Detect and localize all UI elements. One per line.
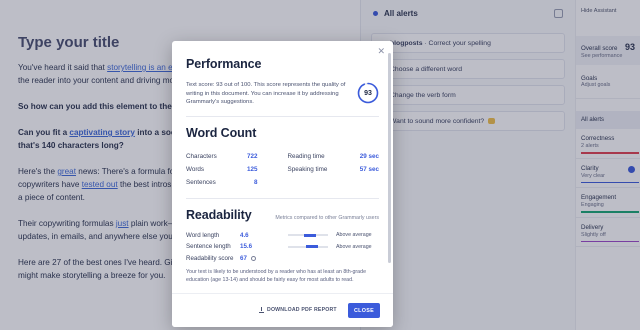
- word-count-right: Reading time 29 sec Speaking time 57 sec: [283, 150, 380, 189]
- metric-compare: Above average: [336, 232, 372, 239]
- metric-row: Word length 4.6 Above average: [186, 230, 379, 242]
- metric-compare: Above average: [336, 243, 372, 250]
- stat-value: 125: [246, 165, 258, 173]
- close-icon[interactable]: ✕: [377, 47, 385, 56]
- stat-value: 29 sec: [359, 152, 379, 160]
- download-pdf-button[interactable]: DOWNLOAD PDF REPORT: [259, 306, 337, 313]
- readability-note: Metrics compared to other Grammarly user…: [275, 214, 379, 221]
- performance-text: Text score: 93 out of 100. This score re…: [186, 82, 346, 105]
- stat-label: Sentences: [186, 178, 216, 186]
- metric-row: Sentence length 15.6 Above average: [186, 241, 379, 253]
- performance-modal: ✕ Performance Text score: 93 out of 100.…: [172, 41, 393, 327]
- metric-meter: [288, 245, 328, 249]
- modal-content: Performance Text score: 93 out of 100. T…: [186, 57, 379, 284]
- metric-meter-fill: [306, 245, 318, 249]
- score-value: 93: [364, 89, 372, 97]
- metric-row: Readability score 67: [186, 253, 379, 265]
- readability-footnote: Your text is likely to be understood by …: [186, 269, 367, 283]
- stat-value: 8: [253, 178, 258, 186]
- stat-label: Speaking time: [287, 165, 328, 173]
- download-icon: [259, 306, 264, 313]
- metric-value: 4.6: [240, 231, 249, 239]
- divider: [186, 115, 379, 117]
- performance-section: Text score: 93 out of 100. This score re…: [186, 81, 379, 107]
- metric-meter-fill: [304, 233, 316, 237]
- metric-label: Word length: [186, 231, 220, 239]
- metric-label: Sentence length: [186, 243, 231, 251]
- metric-value: 67: [240, 254, 247, 262]
- word-count-left: Characters 722 Words 125 Sentences 8: [186, 150, 283, 189]
- score-ring: 93: [357, 82, 379, 104]
- stat-value: 722: [246, 152, 258, 160]
- close-button[interactable]: CLOSE: [348, 303, 380, 318]
- stat-row: Characters 722: [186, 150, 258, 163]
- info-icon[interactable]: [250, 255, 256, 261]
- metric-value: 15.6: [240, 243, 253, 251]
- stat-label: Characters: [186, 152, 217, 160]
- stat-label: Words: [186, 165, 205, 173]
- word-count-section: Characters 722 Words 125 Sentences 8 Readin…: [186, 150, 379, 189]
- stat-row: Reading time 29 sec: [288, 150, 380, 163]
- modal-scrollbar[interactable]: [388, 53, 391, 263]
- word-count-title: Word Count: [186, 125, 257, 140]
- readability-section: Word length 4.6 Above average Sentence l…: [186, 230, 379, 265]
- stat-label: Reading time: [287, 152, 325, 160]
- metric-label: Readability score: [186, 254, 234, 262]
- download-label: DOWNLOAD PDF REPORT: [267, 307, 337, 313]
- modal-footer: DOWNLOAD PDF REPORT CLOSE: [172, 293, 393, 327]
- stat-row: Sentences 8: [186, 176, 258, 189]
- divider: [186, 197, 379, 199]
- performance-title: Performance: [186, 57, 262, 71]
- readability-header: Readability Metrics compared to other Gr…: [186, 208, 379, 222]
- metric-meter: [288, 233, 328, 237]
- stat-row: Words 125: [186, 163, 258, 176]
- stat-row: Speaking time 57 sec: [288, 163, 380, 176]
- readability-title: Readability: [186, 207, 252, 222]
- stat-value: 57 sec: [359, 165, 379, 173]
